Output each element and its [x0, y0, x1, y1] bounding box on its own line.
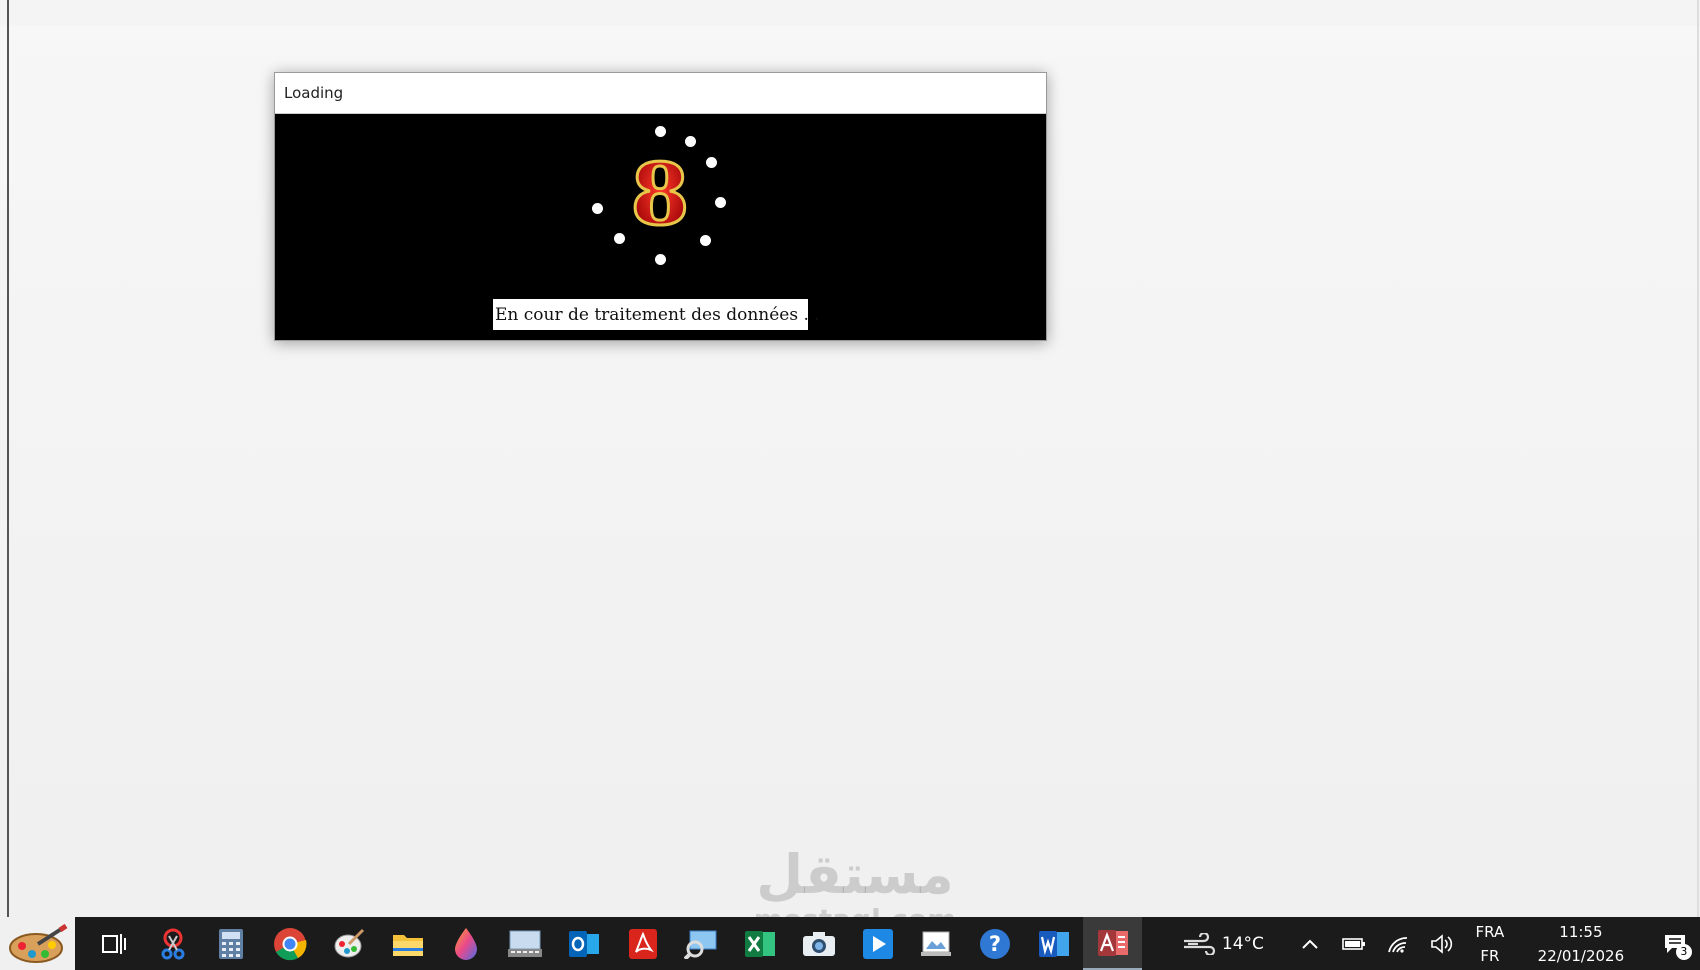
- spinner-dot: [715, 197, 726, 208]
- weather-temperature: 14°C: [1221, 933, 1264, 954]
- paint-3d-icon: [334, 928, 364, 957]
- window-top-bar: [0, 0, 1700, 26]
- window-right-edge: [1697, 0, 1699, 917]
- spinner-dot: [700, 235, 711, 246]
- weather-widget[interactable]: 14°C: [1168, 917, 1278, 970]
- task-view-button[interactable]: [84, 917, 143, 970]
- camera-button[interactable]: [789, 917, 848, 970]
- paint-drop-icon: [455, 927, 478, 960]
- language-code: FRA: [1475, 922, 1505, 941]
- task-view-icon: [101, 933, 126, 954]
- watermark-arabic: مستقل: [756, 843, 954, 906]
- word-button[interactable]: [1024, 917, 1083, 970]
- outlook-button[interactable]: [554, 917, 613, 970]
- clock[interactable]: 11:55 22/01/2026: [1526, 917, 1636, 970]
- calculator-icon: [219, 928, 244, 959]
- paint-palette-icon: [8, 923, 68, 963]
- acrobat-button[interactable]: [613, 917, 672, 970]
- chevron-up-icon: [1302, 939, 1318, 949]
- remote-desktop-icon: [684, 930, 717, 959]
- media-player-icon: [862, 928, 893, 959]
- dialog-title: Loading: [284, 84, 344, 102]
- processing-status-text: En cour de traitement des données . .: [493, 299, 820, 330]
- camera-icon: [802, 931, 835, 956]
- chrome-button[interactable]: [261, 917, 320, 970]
- spinner-dot: [706, 157, 717, 168]
- window-left-edge: [7, 0, 9, 917]
- battery-icon: [1342, 937, 1365, 950]
- clock-time: 11:55: [1559, 922, 1603, 941]
- action-center-button[interactable]: 3: [1650, 917, 1700, 970]
- help-button[interactable]: ?: [966, 917, 1025, 970]
- chrome-icon: [274, 927, 307, 960]
- keyboard-layout: FR: [1480, 946, 1500, 965]
- system-tray: 14°C FRA FR 11:55 22/01/2026 3: [1168, 917, 1700, 970]
- paint-3d-button[interactable]: [319, 917, 378, 970]
- snipping-tool-icon: [161, 928, 185, 959]
- spinner-dot: [592, 203, 603, 214]
- speaker-icon: [1431, 933, 1452, 954]
- acrobat-reader-icon: [628, 928, 657, 959]
- svg-text:?: ?: [989, 932, 1001, 956]
- dialog-body: 8 En cour de traitement des données . .: [275, 114, 1046, 340]
- excel-icon: [745, 930, 776, 957]
- loading-spinner: 8: [585, 124, 735, 274]
- access-button[interactable]: [1083, 917, 1142, 970]
- help-icon: ?: [980, 928, 1011, 959]
- show-hidden-icons-button[interactable]: [1288, 917, 1332, 970]
- svg-text:8: 8: [631, 152, 689, 234]
- file-explorer-icon: [392, 934, 423, 956]
- number-eight-icon: 8: [629, 152, 690, 234]
- photo-viewer-button[interactable]: [907, 917, 966, 970]
- access-icon: [1097, 929, 1128, 956]
- remote-desktop-button[interactable]: [672, 917, 731, 970]
- snipping-tool-button[interactable]: [143, 917, 202, 970]
- wind-icon: [1183, 932, 1215, 955]
- calculator-button[interactable]: [202, 917, 261, 970]
- network-button[interactable]: [1376, 917, 1420, 970]
- on-screen-keyboard-button[interactable]: [496, 917, 555, 970]
- volume-button[interactable]: [1420, 917, 1464, 970]
- start-button[interactable]: [0, 917, 76, 970]
- spinner-dot: [614, 233, 625, 244]
- photo-viewer-icon: [921, 931, 952, 956]
- spinner-dot: [685, 136, 696, 147]
- media-player-button[interactable]: [848, 917, 907, 970]
- battery-button[interactable]: [1332, 917, 1376, 970]
- spinner-dot: [655, 126, 666, 137]
- outlook-icon: [568, 930, 599, 957]
- taskbar: ? 14°C FRA FR 11:55 22/01/2026 3: [0, 917, 1700, 970]
- dialog-titlebar[interactable]: Loading: [275, 73, 1046, 114]
- file-explorer-button[interactable]: [378, 917, 437, 970]
- notification-count: 3: [1675, 943, 1692, 960]
- paint-drop-button[interactable]: [437, 917, 496, 970]
- excel-button[interactable]: [731, 917, 790, 970]
- wifi-icon: [1388, 936, 1407, 953]
- spinner-dot: [655, 254, 666, 265]
- on-screen-keyboard-icon: [508, 930, 543, 957]
- loading-dialog: Loading 8 En cour de traitement des donn…: [274, 72, 1047, 341]
- clock-date: 22/01/2026: [1537, 946, 1625, 965]
- language-indicator[interactable]: FRA FR: [1464, 917, 1516, 970]
- word-icon: [1038, 930, 1069, 957]
